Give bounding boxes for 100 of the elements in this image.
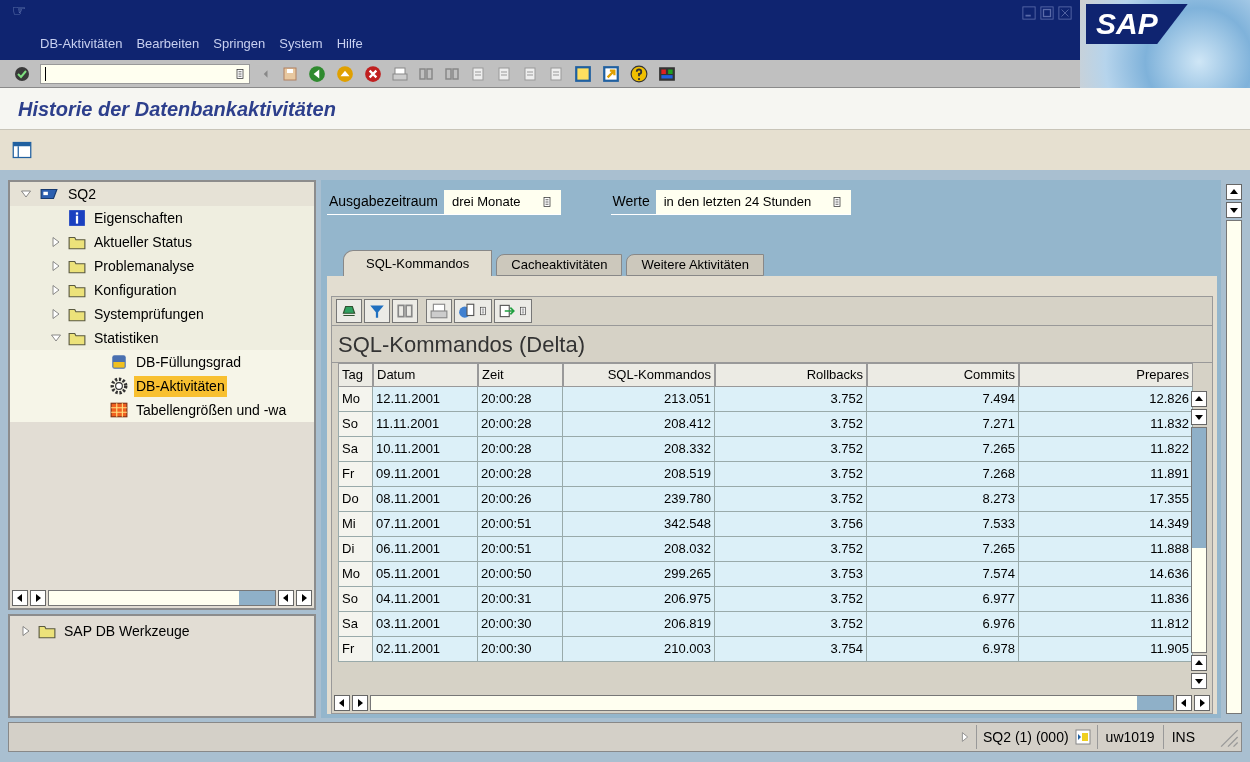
table-cell: 14.349 — [1019, 512, 1193, 537]
print-icon[interactable] — [392, 65, 408, 82]
table-cell: 20:00:28 — [478, 437, 563, 462]
tree-item[interactable]: SAP DB Werkzeuge — [62, 620, 192, 642]
shortcut-icon[interactable] — [602, 64, 620, 83]
table-cell: 6.977 — [867, 587, 1019, 612]
scrollbar-track[interactable] — [1191, 427, 1207, 653]
table-cell: 04.11.2001 — [373, 587, 478, 612]
scrollbar-track[interactable] — [1226, 220, 1242, 714]
scroll-right-icon[interactable] — [1194, 695, 1210, 711]
column-header[interactable]: Commits — [867, 363, 1019, 387]
table-cell: 11.905 — [1019, 637, 1193, 662]
collapse-icon[interactable] — [50, 332, 62, 344]
minimize-icon[interactable] — [1022, 6, 1036, 20]
scroll-down-icon[interactable] — [1191, 409, 1207, 425]
panel-icon[interactable] — [12, 140, 32, 160]
dropdown-icon[interactable] — [234, 67, 246, 80]
close-icon[interactable] — [1058, 6, 1072, 20]
table-cell: 06.11.2001 — [373, 537, 478, 562]
column-header[interactable]: Datum — [373, 363, 478, 387]
column-header[interactable]: Tag — [338, 363, 373, 387]
table-cell: 17.355 — [1019, 487, 1193, 512]
expand-icon[interactable] — [50, 308, 62, 320]
column-header[interactable]: Zeit — [478, 363, 563, 387]
scroll-left-icon[interactable] — [334, 695, 350, 711]
column-header[interactable]: Rollbacks — [715, 363, 867, 387]
table-cell: So — [338, 412, 373, 437]
layout-icon[interactable] — [574, 64, 592, 83]
dropdown-field[interactable]: drei Monate — [443, 189, 561, 214]
scroll-up-icon[interactable] — [1226, 184, 1242, 200]
dropdown-icon[interactable] — [831, 195, 844, 208]
scrollbar-track[interactable] — [48, 590, 276, 606]
table-cell: 20:00:28 — [478, 412, 563, 437]
column-header[interactable]: Prepares — [1019, 363, 1193, 387]
check-icon[interactable] — [14, 65, 30, 82]
sort-button[interactable] — [336, 299, 362, 323]
tab[interactable]: Cacheaktivitäten — [496, 254, 623, 276]
table-cell: 11.822 — [1019, 437, 1193, 462]
help-icon[interactable] — [630, 64, 648, 83]
menu-item[interactable]: Bearbeiten — [136, 34, 200, 54]
filter-icon — [368, 302, 386, 320]
table-cell: 3.752 — [715, 487, 867, 512]
scroll-right-icon[interactable] — [296, 590, 312, 606]
export-menu-button[interactable] — [494, 299, 532, 323]
scroll-left-icon[interactable] — [278, 590, 294, 606]
menu-item[interactable]: System — [279, 34, 323, 54]
expand-icon[interactable] — [50, 260, 62, 272]
table-cell: 12.11.2001 — [373, 387, 478, 412]
dropdown-icon[interactable] — [540, 195, 553, 208]
back-icon[interactable] — [308, 64, 326, 83]
maximize-icon[interactable] — [1040, 6, 1054, 20]
tab[interactable]: Weitere Aktivitäten — [626, 254, 764, 276]
expand-icon[interactable] — [20, 625, 32, 637]
monitor-icon[interactable] — [658, 64, 676, 83]
menu-item[interactable]: Springen — [213, 34, 266, 54]
scrollbar-thumb[interactable] — [1192, 428, 1206, 548]
scrollbar-thumb[interactable] — [239, 591, 275, 605]
expand-icon[interactable] — [50, 284, 62, 296]
menu-item[interactable]: DB-Aktivitäten — [40, 34, 123, 54]
binoculars-button[interactable] — [392, 299, 418, 323]
cancel-icon[interactable] — [364, 64, 382, 83]
table-cell: 20:00:28 — [478, 462, 563, 487]
table-cell: 20:00:31 — [478, 587, 563, 612]
save-icon[interactable] — [282, 65, 298, 82]
table-cell: 7.533 — [867, 512, 1019, 537]
scroll-down-icon[interactable] — [1226, 202, 1242, 218]
scrollbar-thumb[interactable] — [1137, 696, 1173, 710]
scrollbar-track[interactable] — [370, 695, 1174, 711]
print-button[interactable] — [426, 299, 452, 323]
menu-item[interactable]: Hilfe — [336, 34, 363, 54]
collapse-icon[interactable] — [20, 188, 32, 200]
table-cell: Sa — [338, 437, 373, 462]
scroll-up-icon[interactable] — [1191, 391, 1207, 407]
column-header[interactable]: SQL-Kommandos — [563, 363, 715, 387]
page-title: Historie der Datenbankaktivitäten — [18, 96, 336, 122]
tree-item[interactable]: SQ2 — [66, 183, 98, 205]
dropdown-field[interactable]: in den letzten 24 Stunden — [655, 189, 852, 214]
field-label: Werte — [611, 192, 650, 211]
scroll-down-icon[interactable] — [1191, 673, 1207, 689]
export-icon — [498, 302, 516, 320]
table-cell: 20:00:30 — [478, 612, 563, 637]
gear-icon — [110, 377, 128, 395]
window-menu-icon[interactable]: ☞ — [12, 2, 26, 20]
scroll-left-icon[interactable] — [1176, 695, 1192, 711]
filter-button[interactable] — [364, 299, 390, 323]
table-cell: 20:00:51 — [478, 537, 563, 562]
layout-menu-button[interactable] — [454, 299, 492, 323]
command-field[interactable] — [40, 63, 250, 84]
expand-icon[interactable] — [50, 236, 62, 248]
session-icon[interactable] — [1074, 729, 1091, 745]
tree-item[interactable]: DB-Aktivitäten — [134, 375, 227, 397]
scroll-up-icon[interactable] — [1191, 655, 1207, 671]
table-cell: 3.752 — [715, 412, 867, 437]
scroll-left-icon[interactable] — [12, 590, 28, 606]
up-icon[interactable] — [336, 64, 354, 83]
scroll-right-icon[interactable] — [352, 695, 368, 711]
table-cell: Fr — [338, 462, 373, 487]
tab[interactable]: SQL-Kommandos — [343, 250, 493, 276]
text-cursor — [45, 66, 46, 81]
scroll-right-icon[interactable] — [30, 590, 46, 606]
